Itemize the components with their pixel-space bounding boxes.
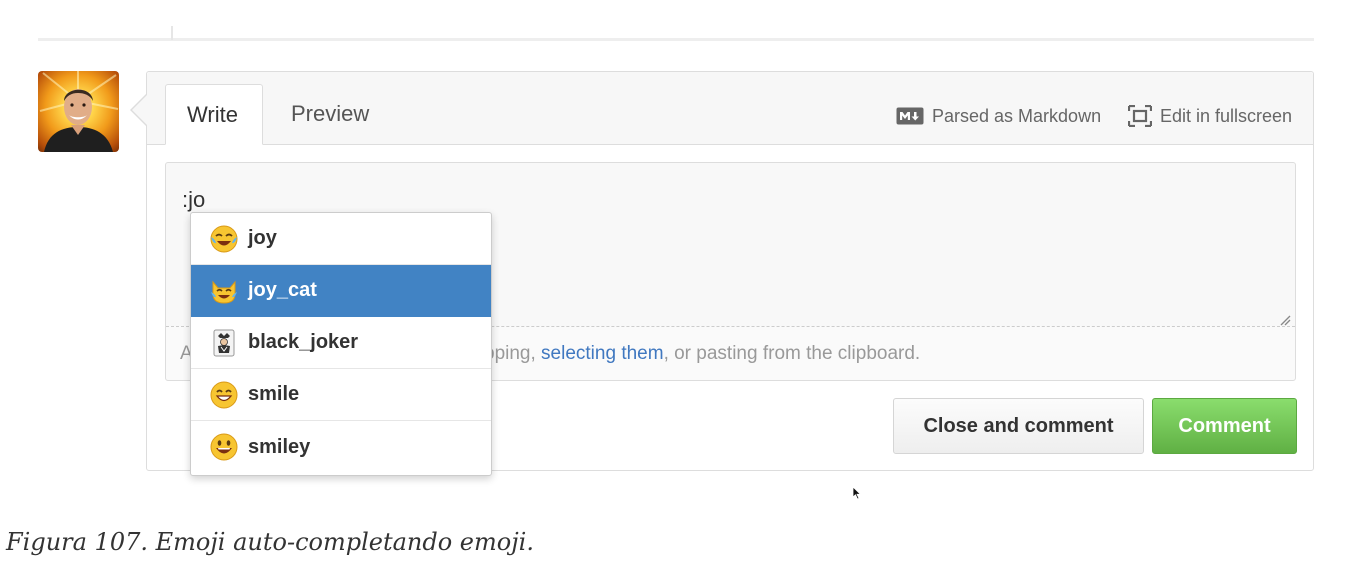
markdown-icon [896,107,924,125]
page: Write Preview Parsed as Markdown Edit in… [0,0,1347,586]
joy-emoji-icon [209,224,239,254]
comment-tab-header: Write Preview Parsed as Markdown Edit in… [147,72,1313,145]
tab-write[interactable]: Write [165,84,263,145]
autocomplete-item-smile[interactable]: smile [191,369,491,421]
comment-box-arrow-fill [132,95,147,125]
autocomplete-item-black-joker[interactable]: black_joker [191,317,491,369]
smiley-emoji-icon [209,432,239,462]
selecting-them-link[interactable]: selecting them [541,343,664,364]
drop-hint-suffix: , or pasting from the clipboard. [663,343,921,364]
timeline-connector [171,26,173,40]
autocomplete-item-label: joy_cat [248,279,317,301]
edit-in-fullscreen-label: Edit in fullscreen [1160,105,1293,126]
black-joker-emoji-icon [209,328,239,358]
smile-emoji-icon [209,380,239,410]
emoji-autocomplete-menu: joy joy_cat black_joker smile smiley [190,212,492,476]
autocomplete-item-smiley[interactable]: smiley [191,421,491,473]
close-and-comment-button[interactable]: Close and comment [893,398,1144,454]
drop-hint-middle: pping, [484,343,542,364]
avatar[interactable] [38,71,119,152]
autocomplete-item-label: smile [248,383,300,405]
mouse-cursor-icon [852,486,862,505]
avatar-image [39,71,119,152]
comment-button[interactable]: Comment [1152,398,1297,454]
parsed-as-markdown-link[interactable]: Parsed as Markdown [896,104,1101,128]
edit-in-fullscreen-link[interactable]: Edit in fullscreen [1128,104,1292,128]
autocomplete-item-joy-cat[interactable]: joy_cat [191,265,491,317]
autocomplete-item-label: joy [248,227,277,249]
timeline-divider [38,38,1314,41]
autocomplete-item-joy[interactable]: joy [191,213,491,265]
textarea-value: :jo [182,187,206,212]
autocomplete-item-label: smiley [248,435,311,458]
autocomplete-item-label: black_joker [248,331,359,353]
tab-preview[interactable]: Preview [270,84,390,144]
parsed-as-markdown-label: Parsed as Markdown [932,105,1102,126]
figure-caption: Figura 107. Emoji auto-completando emoji… [6,528,534,556]
fullscreen-icon [1128,105,1152,127]
joy-cat-emoji-icon [209,276,239,306]
drop-hint-text: pping, selecting them, or pasting from t… [484,327,920,380]
